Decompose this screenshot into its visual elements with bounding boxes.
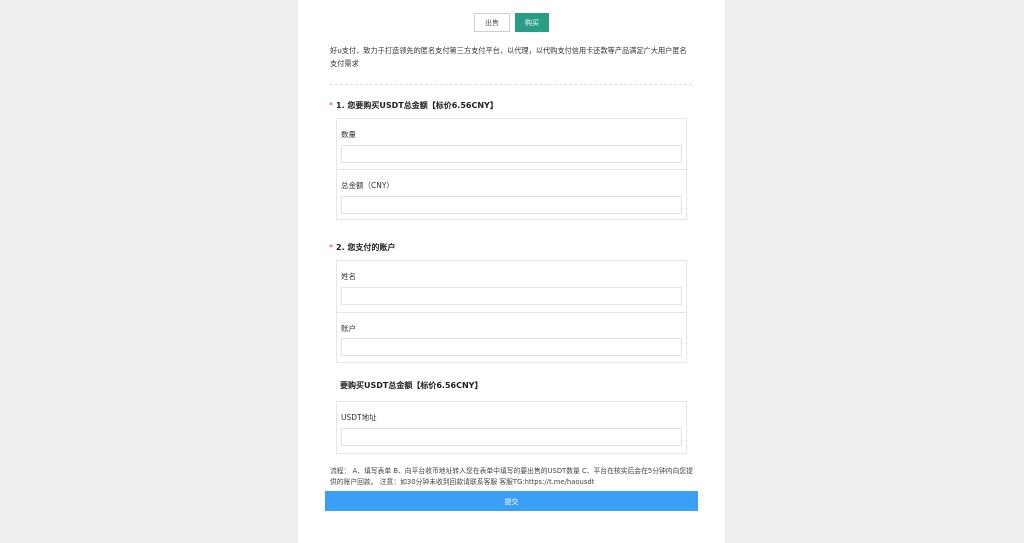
tab-buy[interactable]: 购买: [515, 13, 549, 32]
divider: [330, 84, 692, 85]
usdt-address-field: USDT地址: [337, 402, 686, 453]
mode-tabs: 出售 购买: [474, 13, 549, 32]
account-input[interactable]: [341, 338, 682, 356]
usdt-address-section-title: 要购买USDT总金额【标价6.56CNY】: [340, 381, 483, 390]
section-title-text: 2. 您支付的账户: [336, 243, 396, 252]
name-label: 姓名: [341, 272, 356, 281]
usdt-address-label: USDT地址: [341, 413, 377, 422]
main-panel: 出售 购买 好u支付，致力于打造领先的匿名支付第三方支付平台，以代理，以代购支付…: [298, 0, 725, 543]
required-marker: *: [329, 243, 333, 252]
quantity-field: 数量: [337, 119, 686, 170]
section-title-amount: * 1. 您要购买USDT总金额【标价6.56CNY】: [329, 100, 498, 111]
submit-button[interactable]: 提交: [325, 491, 698, 511]
total-amount-field: 总金额（CNY）: [337, 170, 686, 220]
account-label: 账户: [341, 324, 356, 333]
name-input[interactable]: [341, 287, 682, 305]
intro-text: 好u支付，致力于打造领先的匿名支付第三方支付平台，以代理，以代购支付信用卡还款等…: [330, 46, 687, 68]
tab-sell[interactable]: 出售: [474, 13, 510, 32]
quantity-label: 数量: [341, 130, 356, 139]
amount-box: 数量 总金额（CNY）: [336, 118, 687, 220]
usdt-address-input[interactable]: [341, 428, 682, 446]
process-instructions: 流程： A、填写表单 B、向平台收币地址转入您在表单中填写的要出售的USDT数量…: [330, 467, 693, 486]
section-title-text: 1. 您要购买USDT总金额【标价6.56CNY】: [336, 101, 498, 110]
total-amount-label: 总金额（CNY）: [341, 181, 394, 190]
account-box: 姓名 账户: [336, 260, 687, 363]
section-title-account: * 2. 您支付的账户: [329, 242, 395, 253]
usdt-address-box: USDT地址: [336, 401, 687, 454]
quantity-input[interactable]: [341, 145, 682, 163]
account-field: 账户: [337, 313, 686, 363]
name-field: 姓名: [337, 261, 686, 313]
total-amount-input[interactable]: [341, 196, 682, 214]
required-marker: *: [329, 101, 333, 110]
